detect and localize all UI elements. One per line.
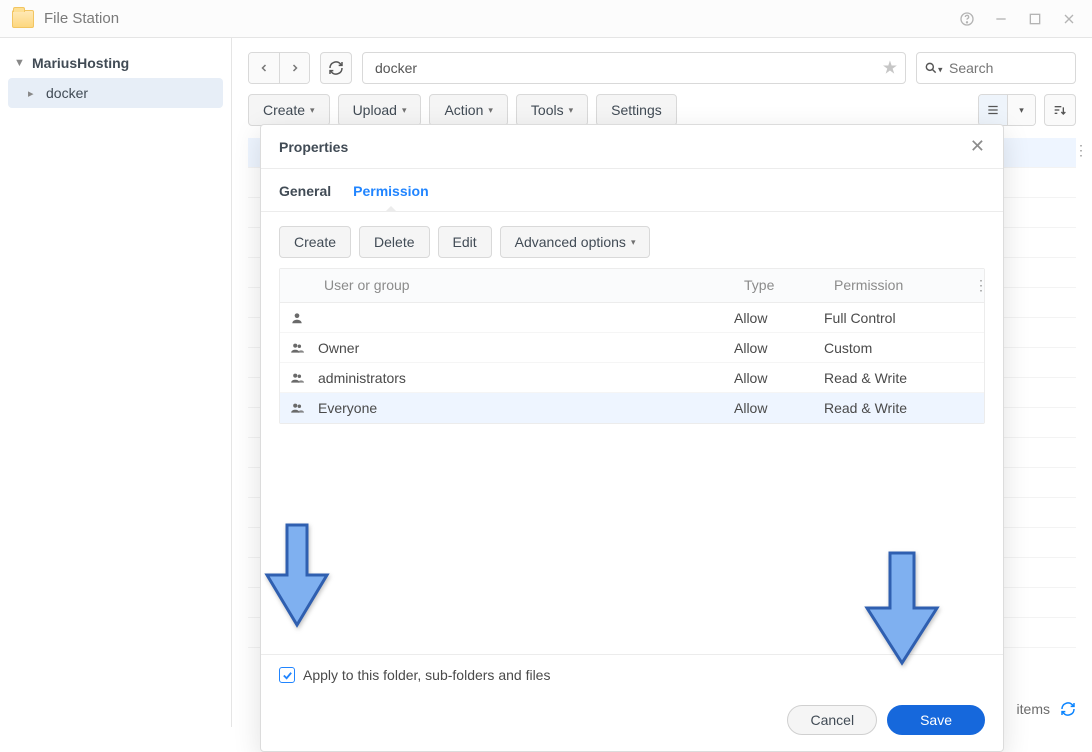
app-folder-icon <box>12 10 34 28</box>
status-refresh-icon[interactable] <box>1060 701 1076 717</box>
permission-row[interactable]: OwnerAllowCustom <box>280 333 984 363</box>
perm-edit-button[interactable]: Edit <box>438 226 492 258</box>
tree-root-label: MariusHosting <box>32 55 129 71</box>
permission-row[interactable]: AllowFull Control <box>280 303 984 333</box>
chevron-right-icon: ▸ <box>28 87 40 100</box>
permission-row[interactable]: administratorsAllowRead & Write <box>280 363 984 393</box>
perm-type: Allow <box>734 340 824 356</box>
tab-permission[interactable]: Permission <box>353 183 428 211</box>
titlebar: File Station <box>0 0 1092 38</box>
col-header-user[interactable]: User or group <box>314 269 734 302</box>
col-header-type[interactable]: Type <box>734 269 824 302</box>
nav-group <box>248 52 310 84</box>
app-title: File Station <box>44 10 119 27</box>
action-button[interactable]: Action▾ <box>429 94 507 126</box>
chevron-down-icon: ▼ <box>14 57 26 69</box>
nav-forward-button[interactable] <box>279 53 309 83</box>
user-icon <box>280 341 314 355</box>
user-icon <box>280 311 314 325</box>
perm-user: Everyone <box>314 400 734 416</box>
dialog-close-icon[interactable]: ✕ <box>970 136 985 157</box>
tree-root[interactable]: ▼ MariusHosting <box>0 48 231 78</box>
apply-checkbox[interactable] <box>279 667 295 683</box>
perm-delete-button[interactable]: Delete <box>359 226 429 258</box>
perm-user: administrators <box>314 370 734 386</box>
close-window-icon[interactable] <box>1058 8 1080 30</box>
create-button[interactable]: Create▾ <box>248 94 330 126</box>
perm-user: Owner <box>314 340 734 356</box>
perm-value: Read & Write <box>824 370 964 386</box>
search-dropdown-icon[interactable]: ▾ <box>938 64 943 75</box>
settings-button[interactable]: Settings <box>596 94 677 126</box>
tree-item-label: docker <box>46 85 88 101</box>
permission-table: User or group Type Permission ⋮ AllowFul… <box>279 268 985 424</box>
perm-type: Allow <box>734 400 824 416</box>
perm-type: Allow <box>734 370 824 386</box>
path-input[interactable] <box>362 52 906 84</box>
perm-advanced-button[interactable]: Advanced options▾ <box>500 226 651 258</box>
perm-value: Full Control <box>824 310 964 326</box>
perm-create-button[interactable]: Create <box>279 226 351 258</box>
column-options-icon[interactable]: ⋮ <box>1074 142 1088 159</box>
cancel-button[interactable]: Cancel <box>787 705 877 735</box>
sidebar: ▼ MariusHosting ▸ docker <box>0 38 232 727</box>
search-icon <box>924 61 938 75</box>
save-button[interactable]: Save <box>887 705 985 735</box>
perm-value: Read & Write <box>824 400 964 416</box>
view-dropdown-button[interactable]: ▾ <box>1007 95 1035 125</box>
perm-type: Allow <box>734 310 824 326</box>
col-header-permission[interactable]: Permission <box>824 269 964 302</box>
maximize-icon[interactable] <box>1024 8 1046 30</box>
refresh-button[interactable] <box>320 52 352 84</box>
tree-item-docker[interactable]: ▸ docker <box>8 78 223 108</box>
tab-general[interactable]: General <box>279 183 331 211</box>
apply-checkbox-label: Apply to this folder, sub-folders and fi… <box>303 667 550 683</box>
help-icon[interactable] <box>956 8 978 30</box>
permission-row[interactable]: EveryoneAllowRead & Write <box>280 393 984 423</box>
properties-dialog: Properties ✕ General Permission Create D… <box>260 124 1004 752</box>
sort-button[interactable] <box>1044 94 1076 126</box>
nav-back-button[interactable] <box>249 53 279 83</box>
view-list-button[interactable] <box>979 95 1007 125</box>
user-icon <box>280 401 314 415</box>
statusbar: items <box>1017 701 1076 717</box>
user-icon <box>280 371 314 385</box>
dialog-title: Properties <box>279 139 348 155</box>
perm-value: Custom <box>824 340 964 356</box>
favorite-star-icon[interactable]: ★ <box>882 58 898 79</box>
upload-button[interactable]: Upload▾ <box>338 94 422 126</box>
minimize-icon[interactable] <box>990 8 1012 30</box>
tools-button[interactable]: Tools▾ <box>516 94 588 126</box>
col-options-icon[interactable]: ⋮ <box>964 269 984 302</box>
status-items-label: items <box>1017 701 1050 717</box>
